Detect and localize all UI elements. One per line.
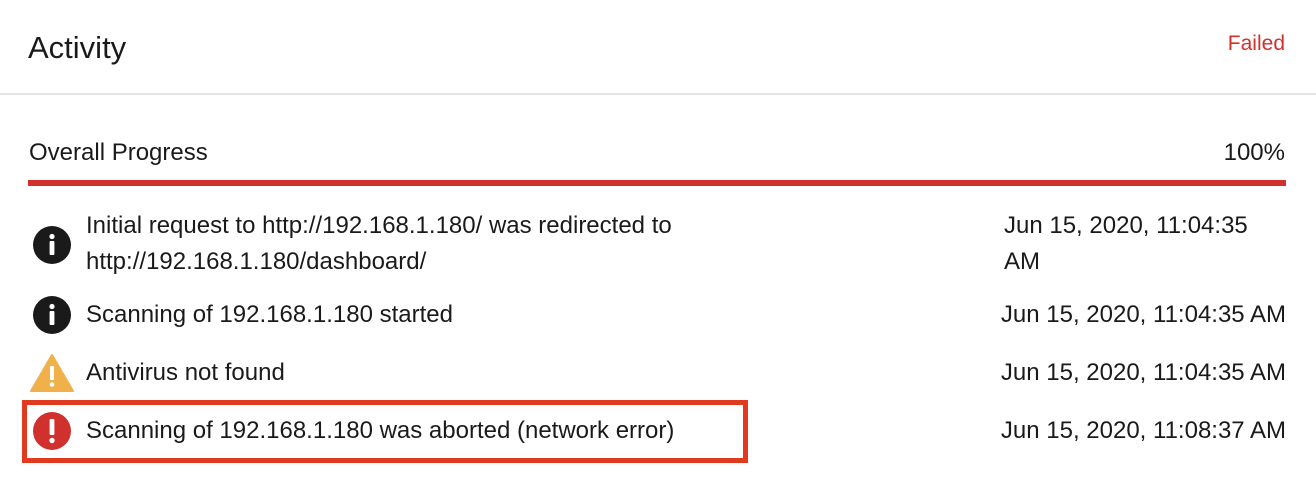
activity-event-row: Initial request to http://192.168.1.180/… (28, 208, 1286, 280)
info-icon (33, 296, 71, 334)
warning-icon (30, 354, 74, 392)
progress-label: Overall Progress (29, 139, 208, 166)
event-timestamp: Jun 15, 2020, 11:04:35 AM (1000, 359, 1286, 386)
event-message: Scanning of 192.168.1.180 started (86, 301, 453, 328)
activity-header: Activity Failed (0, 0, 1316, 95)
status-badge: Failed (1227, 32, 1285, 55)
event-timestamp: Jun 15, 2020, 11:08:37 AM (1000, 417, 1286, 444)
event-timestamp: Jun 15, 2020, 11:04:35 AM (1000, 301, 1286, 328)
activity-event-row: Scanning of 192.168.1.180 started Jun 15… (28, 296, 1286, 337)
info-icon (33, 226, 71, 264)
highlight-box (22, 400, 748, 463)
progress-value: 100% (1223, 139, 1285, 166)
progress-bar-fill (28, 180, 1286, 186)
event-message: Initial request to http://192.168.1.180/… (86, 212, 672, 275)
event-timestamp: Jun 15, 2020, 11:04:35 AM (1004, 212, 1248, 275)
event-message: Antivirus not found (86, 359, 285, 386)
page-title: Activity (28, 30, 127, 65)
activity-event-row: Antivirus not found Jun 15, 2020, 11:04:… (28, 354, 1286, 395)
progress-bar (28, 180, 1286, 186)
